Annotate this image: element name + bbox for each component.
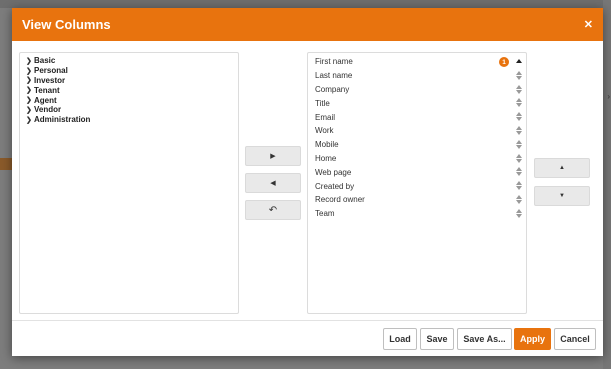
save-as-button[interactable]: Save As... — [457, 328, 512, 350]
tree-item-label: Agent — [34, 95, 57, 105]
column-label: First name — [315, 57, 353, 67]
column-label: Web page — [315, 167, 352, 177]
column-row-company[interactable]: Company — [308, 83, 526, 97]
column-row-mobile[interactable]: Mobile — [308, 138, 526, 152]
sort-ascending-icon[interactable] — [516, 59, 522, 63]
tree-item-label: Personal — [34, 66, 68, 76]
sort-toggle-icon[interactable] — [516, 70, 522, 81]
tree-item-basic[interactable]: ❯ Basic — [26, 56, 232, 66]
close-icon[interactable]: ✕ — [584, 18, 593, 31]
column-row-first-name[interactable]: First name 1 — [308, 55, 526, 69]
tree-item-personal[interactable]: ❯ Personal — [26, 66, 232, 76]
chevron-right-icon: ❯ — [26, 67, 32, 75]
tree-item-label: Administration — [34, 115, 91, 125]
reset-columns-button[interactable]: ↶ — [245, 200, 301, 220]
sort-toggle-icon[interactable] — [516, 194, 522, 205]
chevron-right-icon: ❯ — [26, 87, 32, 95]
column-label: Home — [315, 153, 337, 163]
triangle-down-icon: ▼ — [559, 193, 565, 199]
tree-item-agent[interactable]: ❯ Agent — [26, 95, 232, 105]
tree-item-vendor[interactable]: ❯ Vendor — [26, 105, 232, 115]
column-label: Title — [315, 98, 330, 108]
sort-toggle-icon[interactable] — [516, 98, 522, 108]
sort-order-badge: 1 — [499, 57, 509, 67]
tree-item-investor[interactable]: ❯ Investor — [26, 76, 232, 86]
background-chevron-icon: › — [607, 92, 610, 101]
selected-columns-panel[interactable]: First name 1 Last name Company Title Ema… — [307, 52, 527, 314]
save-button[interactable]: Save — [420, 328, 454, 350]
tree-item-label: Basic — [34, 56, 56, 66]
column-row-title[interactable]: Title — [308, 96, 526, 110]
remove-column-button[interactable]: ◀ — [245, 173, 301, 193]
apply-button[interactable]: Apply — [514, 328, 551, 350]
chevron-right-icon: ❯ — [26, 57, 32, 65]
background-toolbar — [0, 0, 611, 8]
sort-toggle-icon[interactable] — [516, 208, 522, 219]
column-label: Mobile — [315, 140, 339, 150]
tree-item-label: Tenant — [34, 85, 60, 95]
column-row-home[interactable]: Home — [308, 152, 526, 166]
tree-item-administration[interactable]: ❯ Administration — [26, 115, 232, 125]
column-label: Record owner — [315, 195, 365, 205]
column-label: Team — [315, 209, 335, 219]
chevron-right-icon: ❯ — [26, 77, 32, 85]
sort-toggle-icon[interactable] — [516, 153, 522, 164]
chevron-left-icon: ◀ — [270, 180, 276, 187]
chevron-right-icon: ❯ — [26, 97, 32, 105]
column-label: Company — [315, 84, 350, 94]
dialog-title: View Columns — [22, 17, 111, 32]
sort-toggle-icon[interactable] — [516, 167, 522, 177]
move-down-button[interactable]: ▼ — [534, 186, 590, 206]
available-columns-panel[interactable]: ❯ Basic ❯ Personal ❯ Investor ❯ Tenant ❯… — [19, 52, 239, 314]
column-label: Created by — [315, 181, 355, 191]
cancel-button[interactable]: Cancel — [554, 328, 596, 350]
move-up-button[interactable]: ▲ — [534, 158, 590, 178]
column-label: Last name — [315, 71, 353, 81]
column-label: Work — [315, 126, 334, 136]
load-button[interactable]: Load — [383, 328, 417, 350]
tree-item-label: Vendor — [34, 105, 62, 115]
footer-divider — [12, 320, 603, 321]
column-row-work[interactable]: Work — [308, 124, 526, 138]
tree-item-tenant[interactable]: ❯ Tenant — [26, 85, 232, 95]
column-label: Email — [315, 112, 336, 122]
sort-toggle-icon[interactable] — [516, 84, 522, 95]
column-row-team[interactable]: Team — [308, 207, 526, 221]
sort-toggle-icon[interactable] — [516, 139, 522, 150]
tree-item-label: Investor — [34, 75, 66, 85]
sort-toggle-icon[interactable] — [516, 112, 522, 122]
chevron-right-icon: ▶ — [270, 153, 276, 160]
undo-icon: ↶ — [268, 204, 278, 216]
view-columns-dialog: View Columns ✕ ❯ Basic ❯ Personal ❯ Inve… — [12, 8, 603, 356]
sort-toggle-icon[interactable] — [516, 181, 522, 191]
dialog-header: View Columns ✕ — [12, 8, 603, 41]
add-column-button[interactable]: ▶ — [245, 146, 301, 166]
column-row-web-page[interactable]: Web page — [308, 165, 526, 179]
column-row-last-name[interactable]: Last name — [308, 69, 526, 83]
triangle-up-icon: ▲ — [559, 165, 565, 171]
chevron-right-icon: ❯ — [26, 116, 32, 124]
sort-toggle-icon[interactable] — [516, 125, 522, 136]
column-row-record-owner[interactable]: Record owner — [308, 193, 526, 207]
column-row-created-by[interactable]: Created by — [308, 179, 526, 193]
chevron-right-icon: ❯ — [26, 106, 32, 114]
column-row-email[interactable]: Email — [308, 110, 526, 124]
background-right-edge — [603, 0, 611, 369]
